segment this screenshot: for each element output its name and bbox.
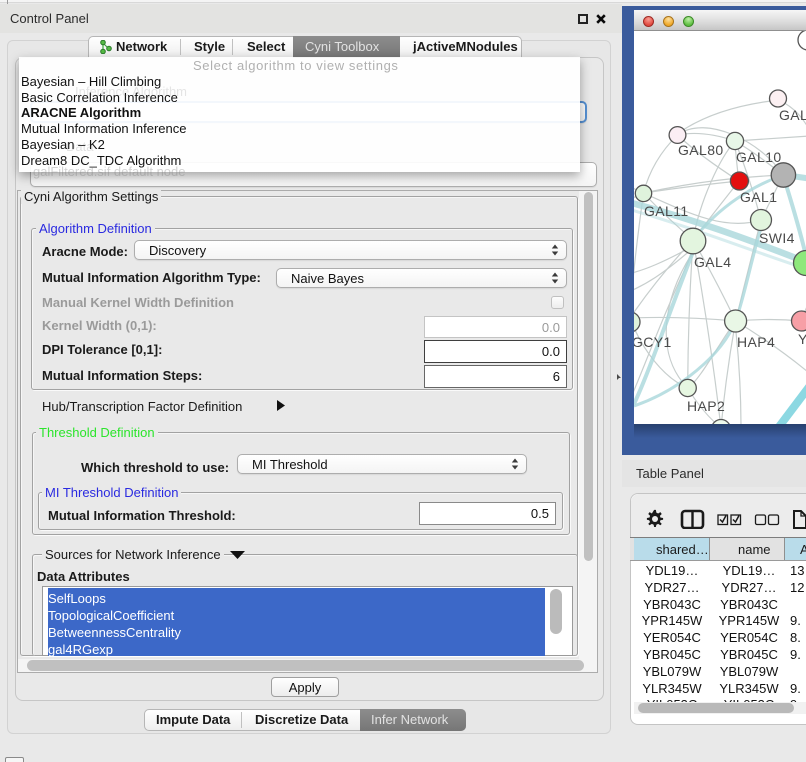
svg-text:HAP2: HAP2 xyxy=(687,398,725,414)
svg-text:GAL11: GAL11 xyxy=(644,203,689,219)
svg-text:Y: Y xyxy=(798,331,806,347)
svg-text:GAL4: GAL4 xyxy=(694,254,731,270)
svg-text:GAL10: GAL10 xyxy=(736,149,782,165)
svg-text:GAL2: GAL2 xyxy=(779,107,806,123)
svg-text:HAP4: HAP4 xyxy=(737,334,775,350)
svg-text:GCY1: GCY1 xyxy=(634,334,672,350)
svg-text:GAL80: GAL80 xyxy=(678,142,724,158)
svg-text:GAL1: GAL1 xyxy=(740,189,777,205)
svg-text:SWI4: SWI4 xyxy=(759,230,795,246)
